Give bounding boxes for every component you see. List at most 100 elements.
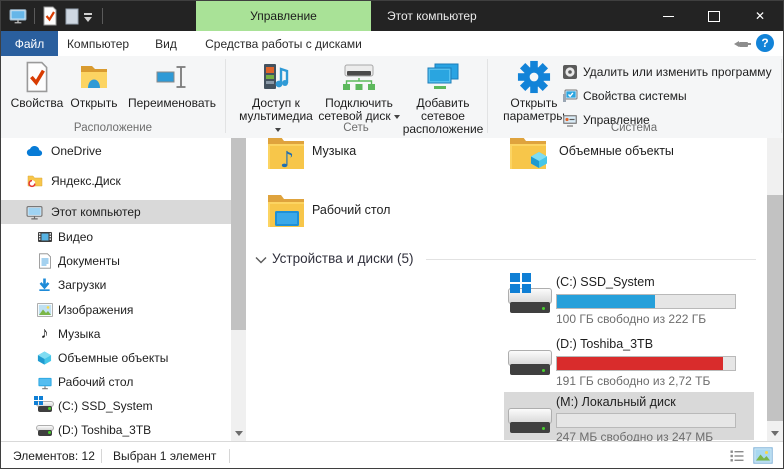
window-title: Этот компьютер [387,9,477,23]
videos-icon [36,229,53,246]
sidebar-item-downloads[interactable]: Загрузки [1,273,231,297]
tab-file[interactable]: Файл [1,31,58,56]
details-view-button[interactable] [729,448,745,464]
status-separator [229,449,230,463]
sidebar-item-drive-d[interactable]: (D:) Toshiba_3TB [1,418,231,442]
qat-separator [102,8,103,24]
folder-tile-music[interactable]: ♪ Музыка [259,138,509,184]
sidebar-item-desktop[interactable]: Рабочий стол [1,370,231,394]
help-icon: ? [761,36,768,50]
close-button[interactable]: ✕ [737,1,783,31]
ribbon-tab-row: Файл Компьютер Вид Средства работы с дис… [1,31,783,56]
music-folder-icon: ♪ [266,138,306,173]
drive-free-space: 100 ГБ свободно из 222 ГБ [556,312,706,326]
downloads-icon [36,277,53,294]
desktop-folder-icon [266,189,306,233]
drive-free-space: 191 ГБ свободно из 2,72 ТБ [556,374,710,388]
rename-button[interactable]: Переименовать [123,59,221,110]
explorer-window: Управление Этот компьютер ✕ Файл Компьют… [0,0,784,469]
sidebar-scrollbar-thumb[interactable] [231,138,246,330]
tab-view[interactable]: Вид [138,31,194,56]
folder-tile-label: Музыка [312,144,356,158]
title-bar: Управление Этот компьютер ✕ [1,1,783,31]
tab-view-label: Вид [155,37,177,51]
drive-d-hdd-icon [508,350,552,375]
group-label-network: Сеть [225,122,487,134]
add-network-label-1: Добавить сетевое [403,97,483,123]
dropdown-arrow-icon [394,115,400,119]
status-item-count: Элементов: 12 [13,449,95,463]
onedrive-cloud-icon [26,143,43,160]
sidebar-item-music[interactable]: ♪ Музыка [1,322,231,346]
system-properties-label: Свойства системы [583,89,687,103]
add-network-location-icon [426,59,460,95]
qat-properties-icon[interactable] [42,6,58,26]
qat-customize-chevron-icon[interactable] [84,13,92,22]
tab-computer[interactable]: Компьютер [58,31,138,56]
drive-tile-m[interactable]: (M:) Локальный диск 247 МБ свободно из 2… [504,392,754,440]
folder-tile-label: Рабочий стол [312,203,390,217]
properties-button[interactable]: Свойства [9,59,65,110]
large-icons-view-button[interactable] [753,447,773,464]
sidebar-item-yandex-disk[interactable]: Яндекс.Диск [1,169,231,193]
drive-usage-bar [556,413,736,428]
properties-icon [24,59,50,95]
properties-label: Свойства [11,97,64,110]
main-scrollbar-thumb[interactable] [767,195,783,421]
drive-d-icon [36,422,53,439]
open-button[interactable]: Открыть [67,59,121,110]
drive-free-space: 247 МБ свободно из 247 МБ [556,430,713,441]
svg-text:♪: ♪ [280,148,294,173]
drive-tile-d[interactable]: (D:) Toshiba_3TB 191 ГБ свободно из 2,72… [504,333,754,383]
3d-objects-folder-icon [508,138,550,175]
folder-tile-desktop[interactable]: Рабочий стол [259,186,509,242]
sidebar-scrollbar-down-arrow[interactable] [231,426,246,441]
rename-label: Переименовать [128,97,216,110]
qat-new-folder-icon[interactable] [64,6,80,26]
uninstall-program-button[interactable]: Удалить или изменить программу [561,63,772,80]
status-bar: Элементов: 12 Выбран 1 элемент [1,441,783,469]
music-note-icon: ♪ [36,326,53,343]
navigation-pane: OneDrive Яндекс.Диск Этот компьютер Виде… [1,138,231,441]
folder-tile-3d-objects[interactable]: Объемные объекты [501,138,751,184]
sidebar-item-label: Загрузки [58,278,106,292]
status-selection-count: Выбран 1 элемент [113,449,216,463]
sidebar-item-3d-objects[interactable]: Объемные объекты [1,346,231,370]
qat-separator [34,8,35,24]
sidebar-item-drive-c[interactable]: (C:) SSD_System [1,394,231,418]
minimize-button[interactable] [645,1,691,31]
settings-gear-icon [517,59,551,95]
contextual-tab-manage[interactable]: Управление [196,1,371,31]
system-properties-button[interactable]: Свойства системы [561,87,687,104]
help-button[interactable]: ? [756,34,774,52]
sidebar-item-label: Яндекс.Диск [51,174,121,188]
main-scrollbar-down-arrow[interactable] [767,425,783,441]
uninstall-program-icon [561,63,578,80]
contextual-tab-label: Управление [250,9,317,23]
map-network-drive-button[interactable]: Подключить сетевой диск [317,59,401,123]
tab-file-label: Файл [15,37,45,51]
drive-m-hdd-icon [508,408,552,433]
ribbon-pin-icon[interactable] [734,41,751,47]
section-chevron-icon[interactable] [255,256,267,264]
drive-usage-bar [556,356,736,371]
media-access-icon [260,59,292,95]
desktop-icon [36,374,53,391]
sidebar-item-documents[interactable]: Документы [1,249,231,273]
sidebar-item-label: Музыка [58,327,100,341]
pictures-icon [36,302,53,319]
sidebar-item-pictures[interactable]: Изображения [1,298,231,322]
drive-usage-bar [556,294,736,309]
sidebar-item-this-pc[interactable]: Этот компьютер [1,200,231,224]
maximize-icon [708,11,720,22]
drive-usage-fill [557,357,723,370]
sidebar-item-label: Изображения [58,303,133,317]
sidebar-item-onedrive[interactable]: OneDrive [1,139,231,163]
drive-tile-c[interactable]: (C:) SSD_System 100 ГБ свободно из 222 Г… [504,271,754,321]
drive-c-icon [36,398,53,415]
maximize-button[interactable] [691,1,737,31]
drive-usage-fill [557,295,655,308]
group-label-location: Расположение [1,122,225,134]
tab-drive-tools[interactable]: Средства работы с дисками [196,31,371,56]
sidebar-item-videos[interactable]: Видео [1,225,231,249]
